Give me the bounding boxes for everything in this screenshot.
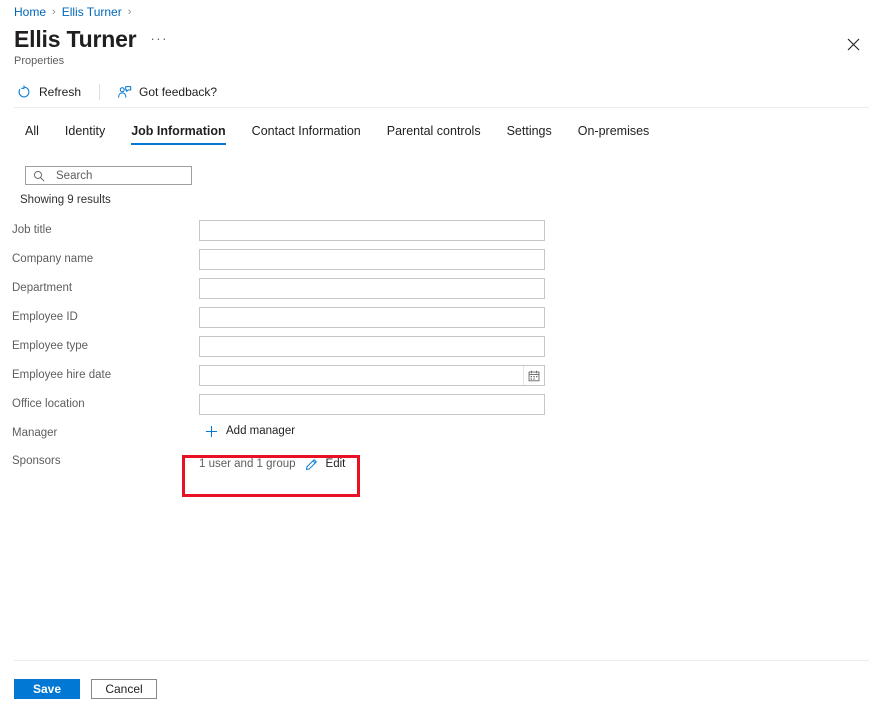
page-subtitle: Properties [14,55,65,67]
input-company-name[interactable] [200,250,544,269]
search-box[interactable] [25,166,192,185]
form-row-employee-id: Employee ID [0,306,883,335]
cancel-button[interactable]: Cancel [91,679,157,699]
breadcrumb-separator-icon: › [127,6,132,18]
input-job-title[interactable] [200,221,544,240]
form-row-employee-hire-date: Employee hire date [0,364,883,393]
calendar-icon[interactable] [523,366,544,385]
form-row-manager: Manager Add manager [0,422,883,450]
close-button[interactable] [839,30,867,58]
label-manager: Manager [12,427,58,439]
form-row-company-name: Company name [0,248,883,277]
pencil-icon [305,457,319,471]
add-manager-button[interactable]: Add manager [204,424,295,438]
label-employee-type: Employee type [12,340,89,352]
breadcrumb-separator-icon: › [52,6,56,18]
tab-all[interactable]: All [12,120,52,148]
field-job-title[interactable] [199,220,545,241]
tab-on-premises[interactable]: On-premises [565,120,663,148]
breadcrumb: Home › Ellis Turner › [14,5,131,19]
sponsors-summary-text: 1 user and 1 group [199,458,296,470]
feedback-person-icon [116,84,132,100]
sponsors-value: 1 user and 1 group Edit [199,457,345,471]
refresh-label: Refresh [39,85,82,99]
footer-actions: Save Cancel [14,679,157,699]
more-options-icon[interactable]: ··· [150,31,168,46]
job-information-form: Job title Company name Department Employ… [0,219,883,490]
field-employee-type[interactable] [199,336,545,357]
input-employee-id[interactable] [200,308,544,327]
command-bar-separator [99,84,101,100]
label-sponsors: Sponsors [12,455,61,467]
field-office-location[interactable] [199,394,545,415]
label-company-name: Company name [12,253,94,265]
plus-icon [204,424,218,438]
field-employee-hire-date[interactable] [199,365,545,386]
input-office-location[interactable] [200,395,544,414]
form-row-department: Department [0,277,883,306]
tab-parental-controls[interactable]: Parental controls [374,120,494,148]
form-row-job-title: Job title [0,219,883,248]
got-feedback-button[interactable]: Got feedback? [114,82,225,102]
page-title: Ellis Turner [14,26,137,52]
tab-settings[interactable]: Settings [494,120,565,148]
input-employee-type[interactable] [200,337,544,356]
refresh-button[interactable]: Refresh [14,82,89,102]
input-department[interactable] [200,279,544,298]
tab-contact-information[interactable]: Contact Information [239,120,374,148]
field-department[interactable] [199,278,545,299]
got-feedback-label: Got feedback? [139,85,218,99]
label-job-title: Job title [12,224,52,236]
search-icon [32,169,46,183]
field-company-name[interactable] [199,249,545,270]
tab-identity[interactable]: Identity [52,120,118,148]
edit-sponsors-label: Edit [325,458,346,470]
results-count: Showing 9 results [20,194,111,206]
field-employee-id[interactable] [199,307,545,328]
refresh-icon [16,84,32,100]
form-row-sponsors: Sponsors 1 user and 1 group Edit [0,450,883,490]
breadcrumb-item-home[interactable]: Home [14,5,46,19]
command-bar: Refresh Got feedback? [14,80,225,104]
tab-list: All Identity Job Information Contact Inf… [12,120,662,148]
search-input[interactable] [56,169,176,182]
add-manager-label: Add manager [226,425,296,437]
footer-divider [14,660,869,661]
form-row-office-location: Office location [0,393,883,422]
label-employee-hire-date: Employee hire date [12,369,112,381]
label-department: Department [12,282,73,294]
edit-sponsors-button[interactable]: Edit [305,457,346,471]
breadcrumb-item-ellis-turner[interactable]: Ellis Turner [62,5,122,19]
label-office-location: Office location [12,398,85,410]
label-employee-id: Employee ID [12,311,78,323]
save-button[interactable]: Save [14,679,80,699]
close-icon [847,38,859,50]
form-row-employee-type: Employee type [0,335,883,364]
page-title-row: Ellis Turner ··· [14,28,168,51]
tab-job-information[interactable]: Job Information [118,120,238,148]
input-employee-hire-date[interactable] [200,366,523,385]
command-bar-divider [14,107,869,108]
